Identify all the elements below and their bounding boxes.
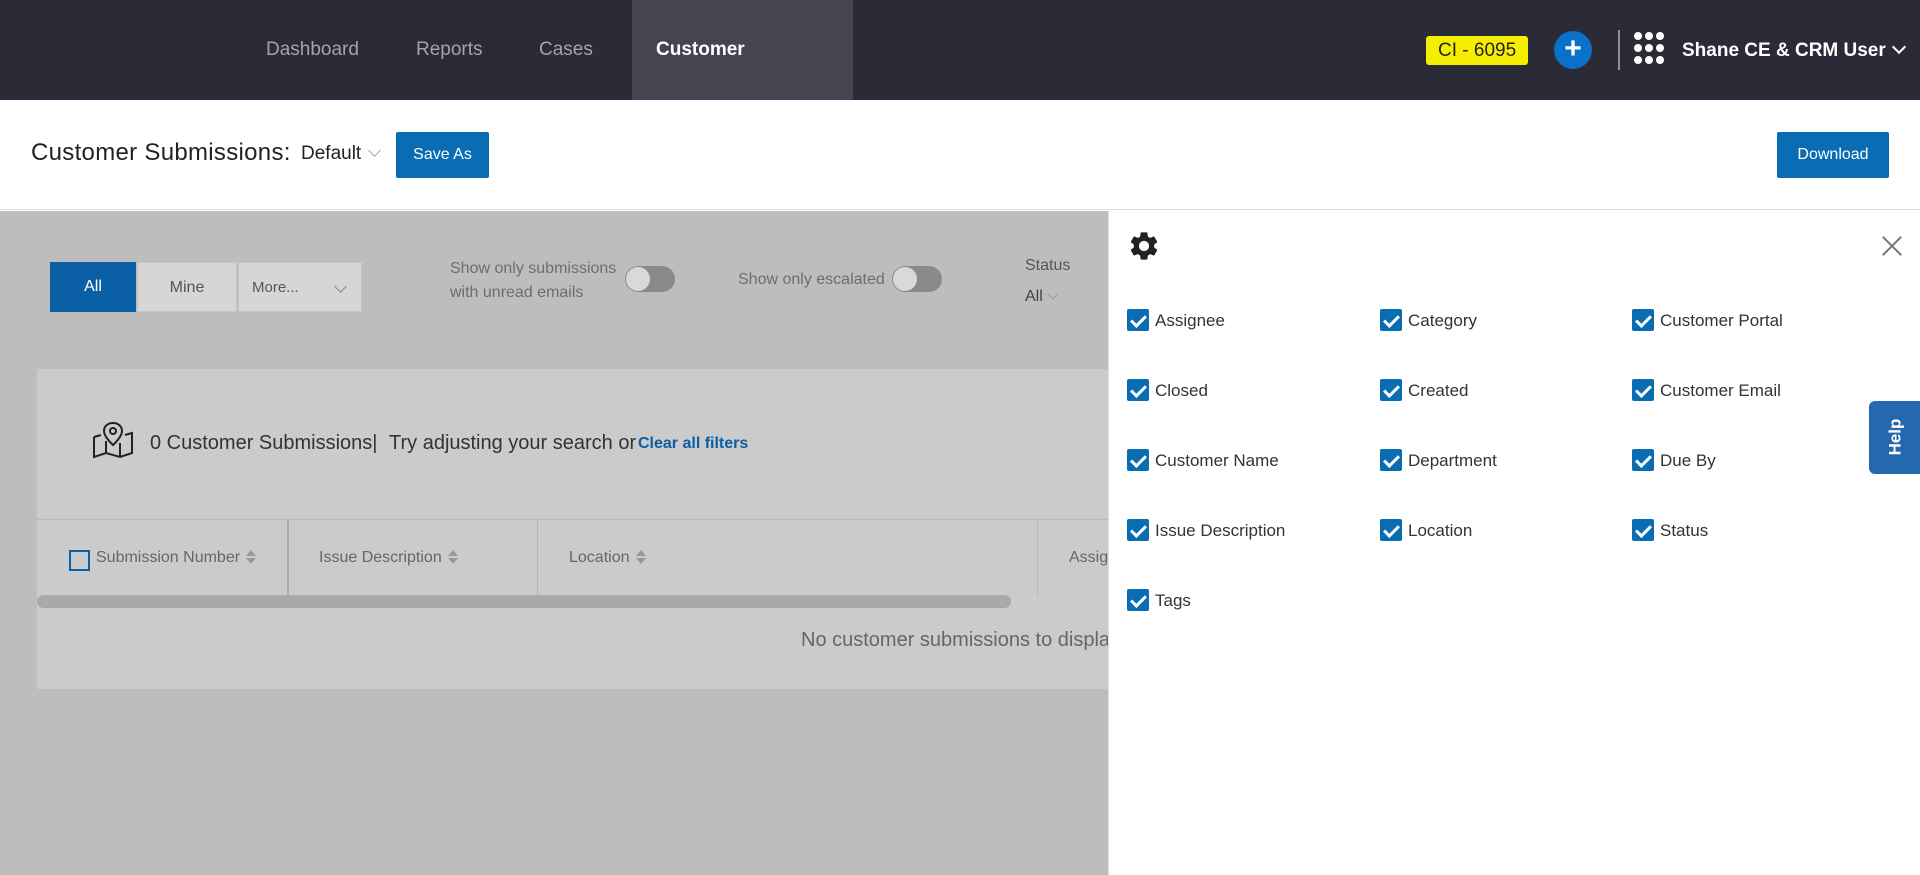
download-button[interactable]: Download: [1777, 132, 1889, 178]
help-tab[interactable]: Help: [1869, 401, 1920, 474]
status-filter-label: Status: [1025, 257, 1071, 274]
column-divider: [1037, 520, 1038, 596]
tab-reports[interactable]: Reports: [392, 0, 507, 100]
close-icon[interactable]: [1879, 233, 1905, 259]
clear-all-filters-link[interactable]: Clear all filters: [638, 435, 748, 453]
results-card: 0 Customer Submissions| Try adjusting yo…: [37, 369, 1108, 689]
chevron-down-icon: [334, 280, 347, 293]
horizontal-scrollbar[interactable]: [37, 595, 1011, 608]
checkbox-checked[interactable]: [1127, 379, 1149, 401]
chevron-down-icon: [1047, 288, 1059, 300]
escalated-label: Show only escalated: [738, 271, 885, 288]
checkbox-checked[interactable]: [1380, 309, 1402, 331]
sort-icon: [246, 550, 257, 564]
chevron-down-icon: [368, 144, 382, 157]
filter-mine-button[interactable]: Mine: [137, 262, 237, 312]
top-nav-bar: Dashboard Reports Cases Customer Submiss…: [0, 0, 1920, 160]
table-header: Submission Number Issue Description Loca…: [37, 519, 1108, 596]
apps-grid-icon[interactable]: [1634, 32, 1664, 66]
unread-emails-label: Show only submissions with unread emails: [450, 260, 617, 301]
column-divider: [287, 520, 289, 596]
tab-dashboard[interactable]: Dashboard: [242, 0, 383, 100]
checkbox-checked[interactable]: [1127, 519, 1149, 541]
status-filter-select[interactable]: All: [1025, 288, 1059, 306]
select-all-checkbox[interactable]: [69, 550, 90, 571]
save-as-button[interactable]: Save As: [396, 132, 489, 178]
sort-icon: [447, 550, 458, 564]
checkbox-checked[interactable]: [1127, 449, 1149, 471]
column-chooser-panel: Assignee Category Customer Portal Closed…: [1108, 211, 1920, 875]
checkbox-checked[interactable]: [1632, 309, 1654, 331]
unread-emails-toggle[interactable]: [625, 266, 675, 292]
map-pin-icon: [93, 421, 133, 459]
page-header: Customer Submissions: Default Save As Do…: [0, 100, 1920, 210]
filter-more-dropdown[interactable]: More...: [238, 262, 362, 312]
user-menu[interactable]: Shane CE & CRM User: [1682, 36, 1906, 66]
checkbox-checked[interactable]: [1127, 589, 1149, 611]
plus-icon: +: [1564, 32, 1582, 65]
escalated-toggle[interactable]: [892, 266, 942, 292]
add-button[interactable]: +: [1554, 31, 1592, 69]
filter-all-button[interactable]: All: [50, 262, 136, 312]
view-name: Default: [301, 143, 362, 164]
column-divider: [537, 520, 538, 596]
column-header-submission-number[interactable]: Submission Number: [96, 520, 257, 596]
checkbox-checked[interactable]: [1380, 379, 1402, 401]
result-count: 0 Customer Submissions|: [150, 432, 378, 454]
tab-customer-submissions[interactable]: Customer Submissions: [632, 0, 853, 160]
adjust-search-hint: Try adjusting your search or: [389, 432, 637, 454]
empty-table-message: No customer submissions to displa: [801, 629, 1108, 651]
checkbox-checked[interactable]: [1632, 519, 1654, 541]
sort-icon: [635, 550, 646, 564]
view-selector[interactable]: Default: [301, 143, 382, 165]
checkbox-checked[interactable]: [1380, 519, 1402, 541]
column-header-assignee[interactable]: Assig: [1069, 520, 1108, 596]
main-content-overlay: All Mine More... Show only submissions w…: [0, 211, 1108, 875]
checkbox-checked[interactable]: [1127, 309, 1149, 331]
chevron-down-icon: [1891, 39, 1906, 55]
column-header-location[interactable]: Location: [569, 520, 646, 596]
user-name: Shane CE & CRM User: [1682, 40, 1886, 61]
tab-cases[interactable]: Cases: [515, 0, 617, 100]
more-label: More...: [252, 279, 299, 296]
help-label: Help: [1885, 418, 1905, 456]
gear-icon: [1130, 232, 1158, 260]
column-header-issue-description[interactable]: Issue Description: [319, 520, 458, 596]
checkbox-checked[interactable]: [1632, 449, 1654, 471]
tenant-badge: CI - 6095: [1426, 36, 1529, 65]
nav-divider: [1618, 30, 1620, 70]
empty-results-banner: 0 Customer Submissions| Try adjusting yo…: [37, 369, 1108, 519]
checkbox-checked[interactable]: [1380, 449, 1402, 471]
page-title: Customer Submissions:: [31, 139, 291, 166]
checkbox-checked[interactable]: [1632, 379, 1654, 401]
